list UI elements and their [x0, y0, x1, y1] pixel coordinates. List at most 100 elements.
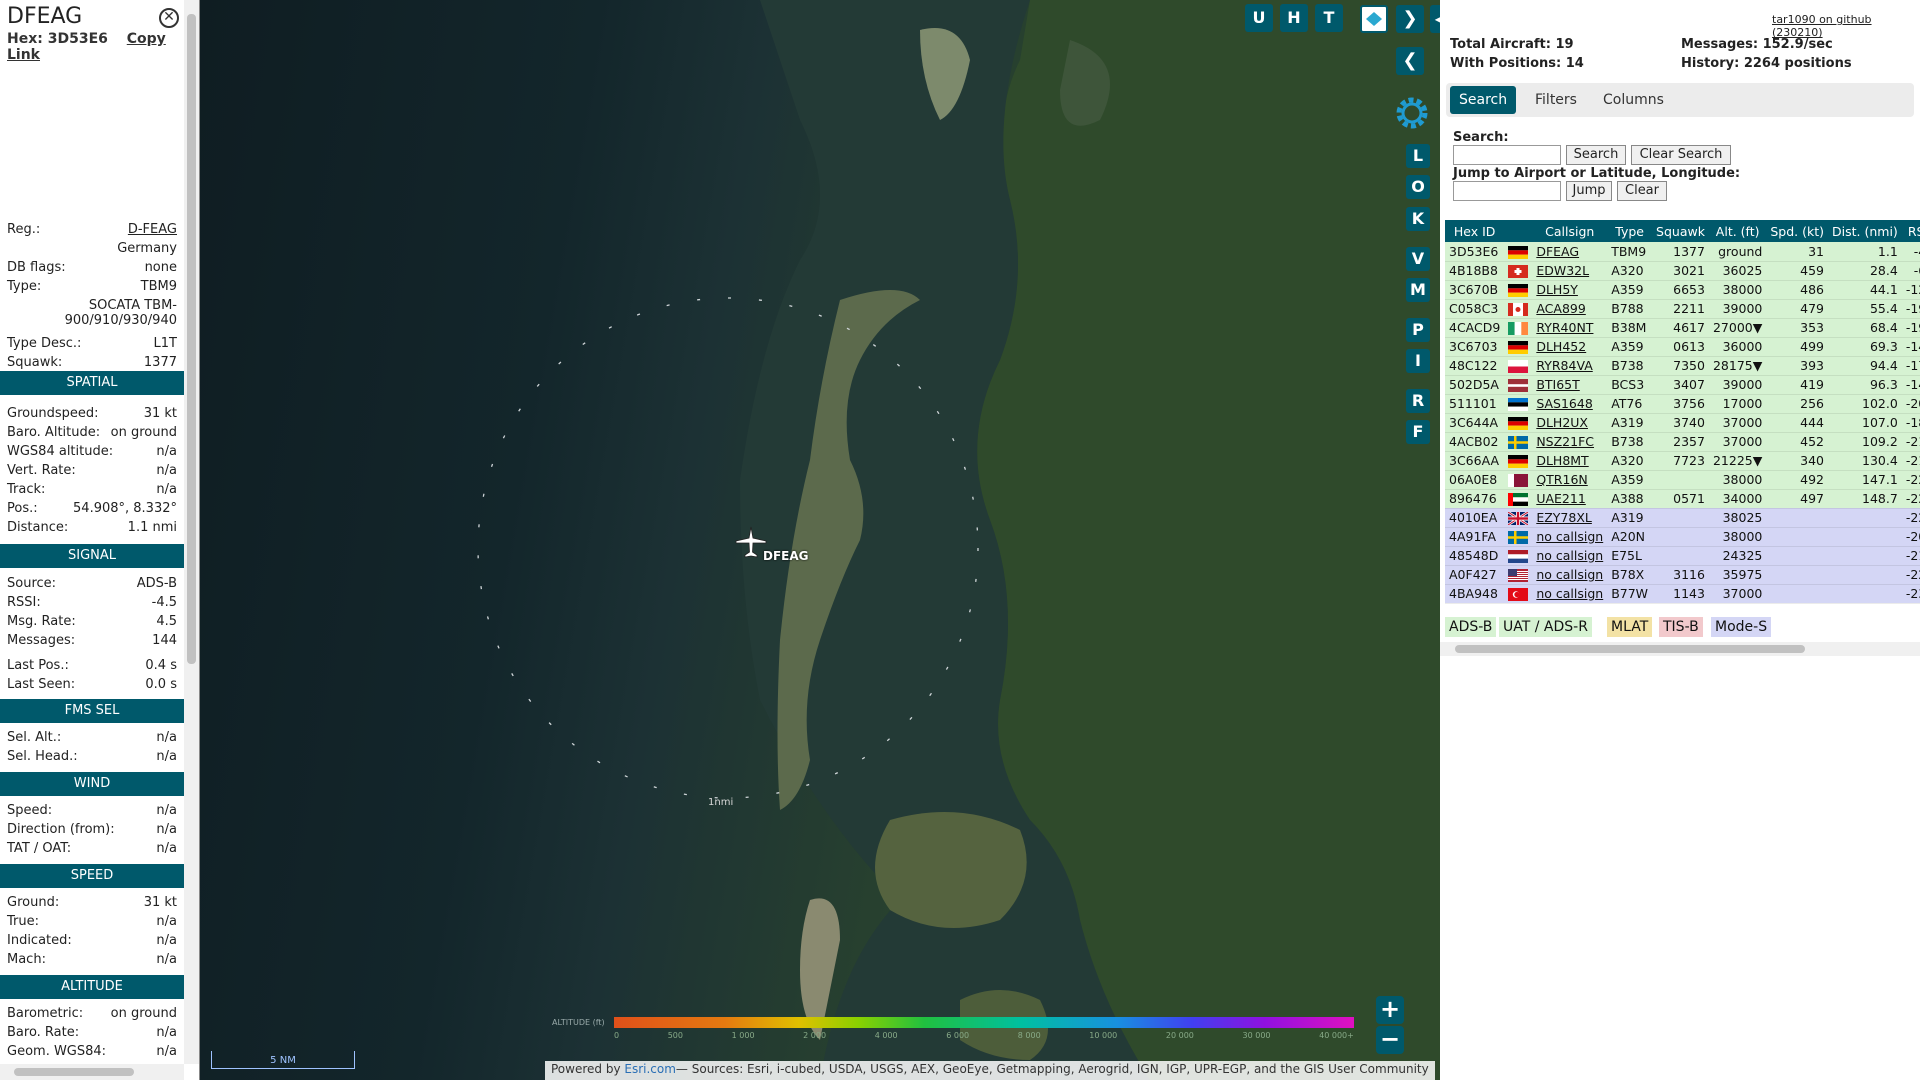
callsign-link[interactable]: DLH2UX — [1532, 413, 1608, 433]
callsign-link[interactable]: DLH452 — [1532, 337, 1608, 357]
callsign-link[interactable]: UAE211 — [1532, 489, 1608, 509]
toggle-r-button[interactable]: R — [1406, 389, 1430, 413]
expand-icon[interactable]: ◀▶ — [1430, 5, 1440, 33]
tab-columns[interactable]: Columns — [1594, 86, 1673, 114]
layers-icon[interactable] — [1360, 5, 1388, 33]
toggle-p-button[interactable]: P — [1406, 318, 1430, 342]
callsign-link[interactable]: ACA899 — [1532, 299, 1608, 319]
toggle-l-button[interactable]: L — [1406, 144, 1430, 168]
col-hex[interactable]: Hex ID — [1445, 220, 1505, 242]
callsign-link[interactable]: no callsign — [1532, 565, 1608, 585]
col-squawk[interactable]: Squawk — [1652, 220, 1709, 242]
tick-label: 6 000 — [946, 1031, 970, 1040]
callsign-link[interactable]: SAS1648 — [1532, 394, 1608, 414]
toggle-v-button[interactable]: V — [1406, 247, 1430, 271]
table-row[interactable]: 511101 SAS1648AT76375617000256102.0-20.8 — [1445, 394, 1920, 414]
table-row[interactable]: 48548D no callsignE75L 24325 -21.7 — [1445, 546, 1920, 566]
toggle-t-button[interactable]: T — [1315, 4, 1343, 32]
table-row[interactable]: 4A91FA no callsignA20N 38000 -20.9 — [1445, 527, 1920, 547]
clear-jump-button[interactable]: Clear — [1617, 181, 1667, 201]
gear-icon[interactable] — [1390, 91, 1434, 135]
callsign-link[interactable]: no callsign — [1532, 527, 1608, 547]
search-input[interactable] — [1453, 145, 1561, 165]
tab-search[interactable]: Search — [1450, 86, 1517, 114]
table-row[interactable]: 896476 UAE211A388057134000497148.7-22.1 — [1445, 489, 1920, 509]
barorate-value: n/a — [156, 1025, 177, 1040]
hex-cell: 3C670B — [1445, 280, 1505, 300]
toggle-k-button[interactable]: K — [1406, 207, 1430, 231]
toggle-i-button[interactable]: I — [1406, 349, 1430, 373]
toggle-h-button[interactable]: H — [1280, 4, 1308, 32]
search-button[interactable]: Search — [1566, 145, 1626, 165]
tab-filters[interactable]: Filters — [1526, 86, 1586, 114]
table-row[interactable]: 4BA948 no callsignB77W114337000 -23.0 — [1445, 584, 1920, 604]
callsign-link[interactable]: no callsign — [1532, 584, 1608, 604]
squawk-cell: 3756 — [1652, 394, 1709, 414]
table-row[interactable]: 3C670B DLH5YA35966533800048644.1-12.2 — [1445, 280, 1920, 300]
table-row[interactable]: A0F427 no callsignB78X311635975 -22.5 — [1445, 565, 1920, 585]
arrow-right-button[interactable]: ❯ — [1396, 5, 1424, 33]
table-row[interactable]: 3D53E6 DFEAGTBM91377ground311.1-4.5 — [1445, 242, 1920, 262]
table-horizontal-scrollbar[interactable] — [1440, 642, 1920, 656]
callsign-link[interactable]: DFEAG — [1532, 242, 1608, 262]
callsign-link[interactable]: DLH8MT — [1532, 451, 1608, 471]
zoom-out-button[interactable]: − — [1376, 1026, 1404, 1054]
arrow-left-button[interactable]: ❮ — [1396, 47, 1424, 75]
col-altitude[interactable]: Alt. (ft) — [1708, 220, 1767, 242]
col-distance[interactable]: Dist. (nmi) — [1828, 220, 1902, 242]
col-type[interactable]: Type — [1607, 220, 1653, 242]
scrollbar-thumb[interactable] — [187, 14, 196, 664]
table-row[interactable]: 06A0E8 QTR16NA359 38000492147.1-22.5 — [1445, 470, 1920, 490]
callsign-link[interactable]: QTR16N — [1532, 470, 1608, 490]
callsign-link[interactable]: NSZ21FC — [1532, 432, 1608, 452]
table-row[interactable]: 4010EA EZY78XLA319 38025 -22.5 — [1445, 508, 1920, 528]
jump-button[interactable]: Jump — [1566, 181, 1612, 201]
toggle-u-button[interactable]: U — [1245, 4, 1273, 32]
callsign-link[interactable]: BTI65T — [1532, 375, 1608, 395]
type-cell: B738 — [1607, 356, 1653, 376]
flag-icon — [1504, 565, 1533, 585]
col-flag[interactable] — [1504, 220, 1533, 242]
jump-input[interactable] — [1453, 181, 1561, 201]
toggle-o-button[interactable]: O — [1406, 175, 1430, 199]
col-rssi[interactable]: RSSI — [1901, 220, 1920, 242]
callsign-link[interactable]: EDW32L — [1532, 261, 1608, 281]
table-row[interactable]: 502D5A BTI65TBCS334073900041996.3-14.9 — [1445, 375, 1920, 395]
rssi-cell: -14.9 — [1901, 375, 1920, 395]
scrollbar-thumb[interactable] — [14, 1068, 134, 1076]
clear-search-button[interactable]: Clear Search — [1631, 145, 1731, 165]
flag-icon — [1504, 280, 1533, 300]
table-row[interactable]: 3C6703 DLH452A35906133600049969.3-14.2 — [1445, 337, 1920, 357]
table-row[interactable]: 4ACB02 NSZ21FCB738235737000452109.2-21.3 — [1445, 432, 1920, 452]
us-flag-icon — [1508, 569, 1529, 582]
github-link[interactable]: tar1090 on github (230210) — [1772, 13, 1920, 39]
table-row[interactable]: 3C644A DLH2UXA319374037000444107.0-18.3 — [1445, 413, 1920, 433]
table-row[interactable]: 3C66AA DLH8MTA320772321225▼340130.4-21.5 — [1445, 451, 1920, 471]
callsign-link[interactable]: no callsign — [1532, 546, 1608, 566]
zoom-in-button[interactable]: + — [1376, 996, 1404, 1024]
table-row[interactable]: C058C3 ACA899B78822113900047955.4-19.8 — [1445, 299, 1920, 319]
speed-cell: 479 — [1766, 299, 1829, 319]
vr-value: n/a — [156, 463, 177, 478]
callsign-link[interactable]: RYR40NT — [1532, 318, 1608, 338]
section-spatial: SPATIAL — [0, 371, 184, 395]
table-row[interactable]: 4CACD9 RYR40NTB38M461727000▼35368.4-19.5 — [1445, 318, 1920, 338]
info-vertical-scrollbar[interactable] — [184, 0, 199, 1064]
map-view[interactable]: 1nmi DFEAG U H T ❯ ◀▶ ❮ L O K V M P I R … — [200, 0, 1440, 1080]
toggle-f-button[interactable]: F — [1406, 420, 1430, 444]
callsign-link[interactable]: DLH5Y — [1532, 280, 1608, 300]
table-row[interactable]: 4B18B8 EDW32LA32030213602545928.4-6.0 — [1445, 261, 1920, 281]
esri-link[interactable]: Esri.com — [624, 1062, 676, 1076]
scrollbar-thumb[interactable] — [1455, 645, 1805, 653]
col-callsign[interactable]: Callsign — [1532, 220, 1608, 242]
close-icon[interactable]: ✕ — [159, 8, 179, 28]
callsign-link[interactable]: RYR84VA — [1532, 356, 1608, 376]
info-scroll-area[interactable]: DFEAG ✕ Hex: 3D53E6 Copy Link Reg.: D-FEA… — [0, 0, 184, 1064]
callsign-link[interactable]: EZY78XL — [1532, 508, 1608, 528]
table-row[interactable]: 48C122 RYR84VAB738735028175▼39394.4-17.3 — [1445, 356, 1920, 376]
ee-flag-icon — [1508, 398, 1529, 411]
toggle-m-button[interactable]: M — [1406, 278, 1430, 302]
info-horizontal-scrollbar[interactable] — [0, 1064, 184, 1080]
reg-link[interactable]: D-FEAG — [128, 222, 177, 237]
col-speed[interactable]: Spd. (kt) — [1766, 220, 1829, 242]
